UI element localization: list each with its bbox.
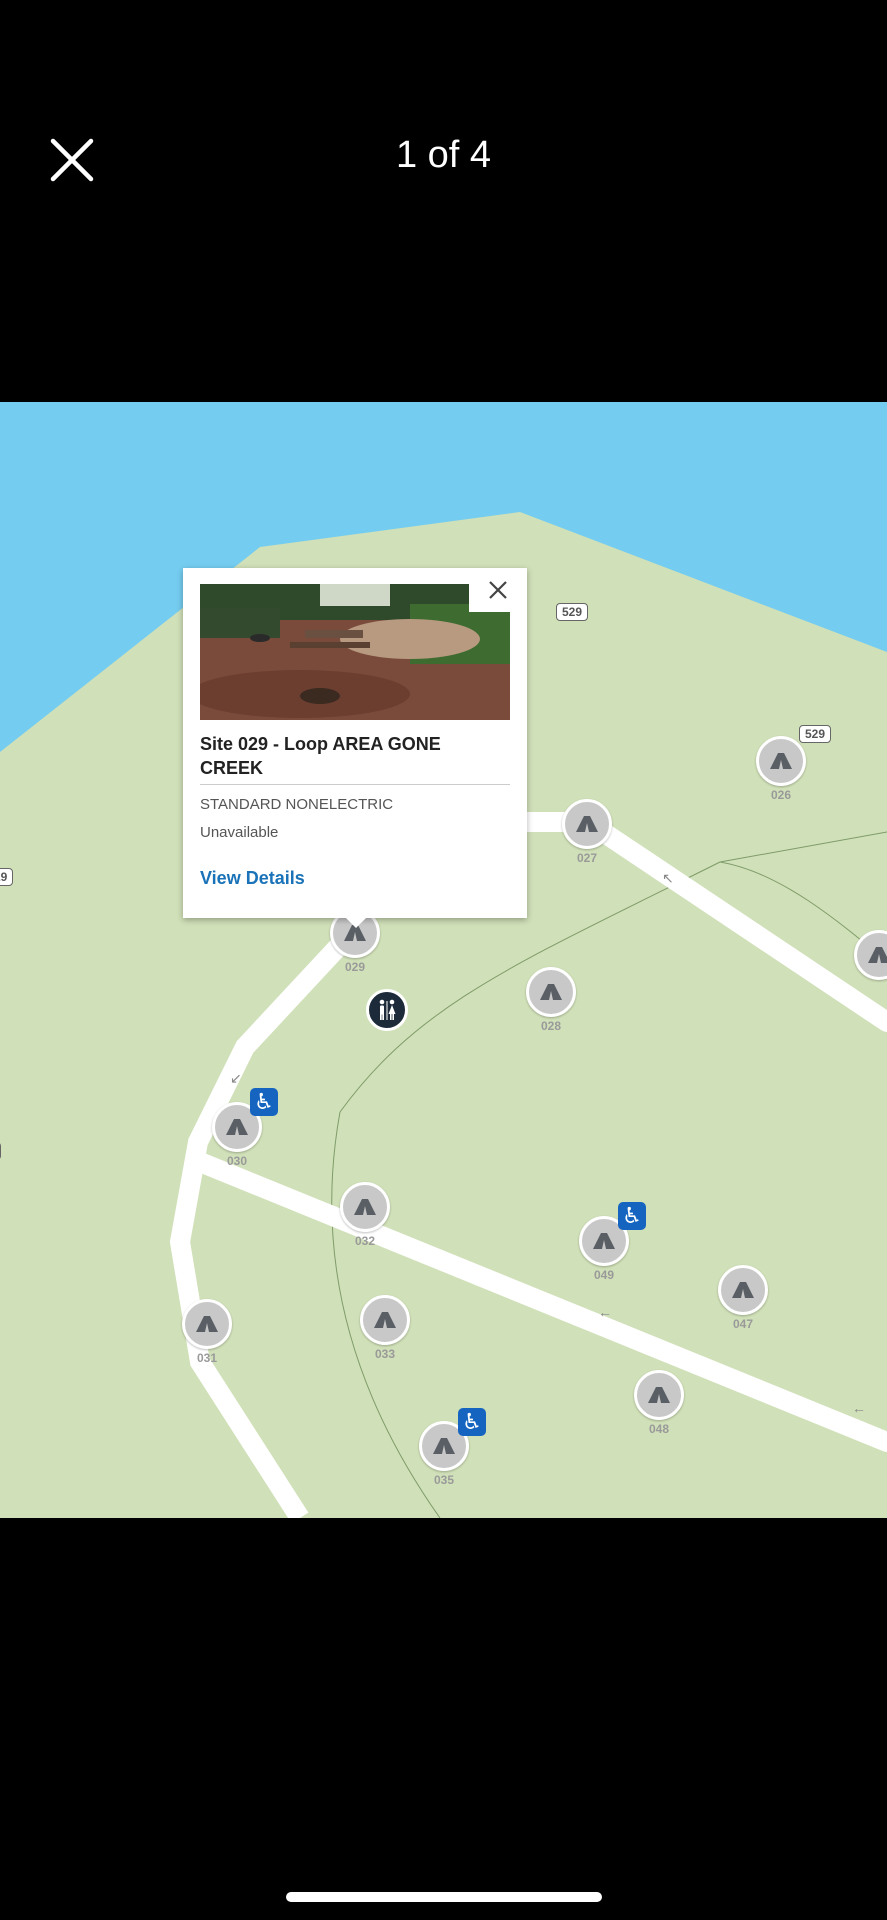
campsite-marker[interactable] [182,1299,232,1349]
site-number: 033 [374,1347,396,1361]
tent-icon [433,1438,455,1454]
site-number: 029 [344,960,366,974]
accessible-icon: ♿ [618,1202,646,1230]
popup-pointer [346,918,366,928]
tent-icon [576,816,598,832]
campsite-marker[interactable] [562,799,612,849]
site-number: 031 [196,1351,218,1365]
route-label: 529 [799,725,832,743]
campsite-marker[interactable] [756,736,806,786]
route-label: 29 [0,868,14,886]
route-label: 9 [0,1142,1,1160]
site-number: 030 [226,1154,248,1168]
tent-icon [868,947,887,963]
site-type: STANDARD NONELECTRIC [200,796,394,813]
site-number: 035 [433,1473,455,1487]
accessible-icon: ♿ [458,1408,486,1436]
site-number: 026 [770,788,792,802]
direction-arrow: ← [598,1304,612,1320]
tent-icon [226,1119,248,1135]
tent-icon [354,1199,376,1215]
campsite-marker[interactable] [526,967,576,1017]
close-icon [489,581,507,599]
campsite-marker[interactable] [340,1182,390,1232]
site-number: 049 [593,1268,615,1282]
tent-icon [196,1316,218,1332]
site-number: 032 [354,1234,376,1248]
tent-icon [648,1387,670,1403]
home-indicator[interactable] [286,1892,602,1902]
direction-arrow: ← [852,1400,866,1416]
tent-icon [770,753,792,769]
tent-icon [374,1312,396,1328]
site-status: Unavailable [200,824,279,841]
tent-icon [540,984,562,1000]
site-number: 028 [540,1019,562,1033]
site-title: Site 029 - Loop AREA GONE CREEK [200,734,441,778]
site-number: 027 [576,851,598,865]
viewer-header: 1 of 4 [0,0,887,402]
campsite-marker[interactable] [718,1265,768,1315]
tent-icon [732,1282,754,1298]
site-number: 047 [732,1317,754,1331]
site-photo [200,584,510,720]
divider [200,784,510,785]
direction-arrow: ↙ [230,1070,242,1086]
accessible-icon: ♿ [250,1088,278,1116]
route-label: 529 [556,603,589,621]
campsite-marker[interactable] [634,1370,684,1420]
view-details-link[interactable]: View Details [200,868,305,889]
direction-arrow: ↖ [662,870,674,886]
popup-close-button[interactable] [469,568,527,612]
site-popup: Site 029 - Loop AREA GONE CREEK STANDARD… [183,568,527,928]
image-counter: 1 of 4 [395,134,492,176]
campsite-marker[interactable] [360,1295,410,1345]
site-number: 048 [648,1422,670,1436]
tent-icon [593,1233,615,1249]
restroom-icon[interactable] [366,989,408,1031]
